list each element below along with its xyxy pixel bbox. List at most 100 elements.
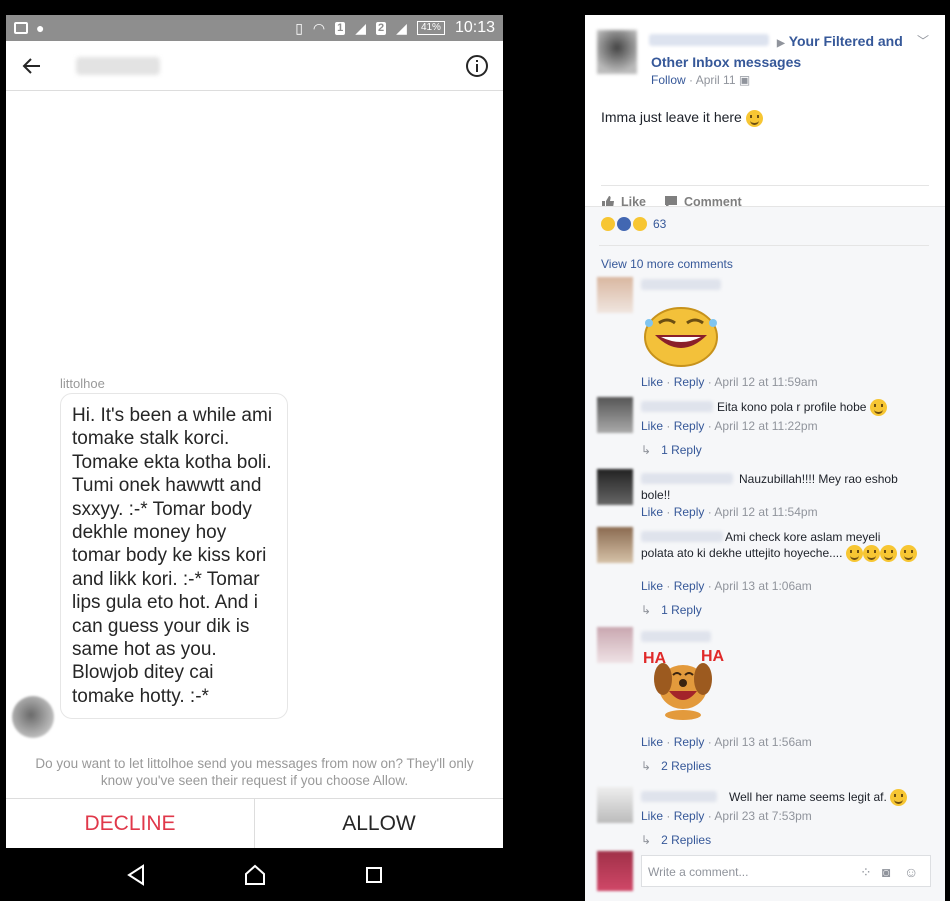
avatar [597,851,633,891]
camera-icon[interactable]: ◙ [882,864,898,880]
contact-name-redacted [76,56,160,75]
sim1-icon: 1 [335,21,346,35]
laughing-emoji-icon [900,545,918,563]
sticker-icon[interactable]: ⁘ [860,864,876,880]
like-link[interactable]: Like [641,809,663,823]
avatar[interactable] [597,277,633,313]
message-bubble: Hi. It's been a while ami tomake stalk k… [60,393,288,720]
view-more-comments-link[interactable]: View 10 more comments [601,257,733,271]
comment-time[interactable]: April 23 at 7:53pm [714,809,811,823]
post-date[interactable]: April 11 [696,73,736,87]
avatar[interactable] [597,527,633,563]
comment-item: Eita kono pola r profile hobe Like · Rep… [597,397,933,457]
separator: · [707,735,712,749]
replies-count[interactable]: 1 Reply [661,443,702,457]
gallery-icon [14,22,28,34]
nav-back-button[interactable] [121,860,151,890]
confused-emoji-icon [869,399,887,417]
commenter-name-redacted[interactable] [641,791,717,802]
reactions-summary[interactable]: 63 [601,217,666,231]
back-button[interactable] [18,52,46,80]
sim2-icon: 2 [376,21,387,35]
like-link[interactable]: Like [641,419,663,433]
vibrate-icon: ▯ [295,19,303,36]
reply-arrow-icon: ↳ [641,443,652,457]
laughing-emoji-icon [845,545,863,563]
decline-button[interactable]: DECLINE [6,799,255,848]
nav-home-button[interactable] [240,860,270,890]
battery-level: 41% [416,21,445,35]
reply-arrow-icon: ↳ [641,833,652,847]
comment-item: Like · Reply · April 12 at 11:59am [597,277,933,389]
audience-icon: ▣ [738,73,751,87]
comment-text-line2: polata ato ki dekhe uttejito hoyeche.... [641,545,921,563]
wow-reaction-icon [633,217,647,231]
replies-count[interactable]: 2 Replies [661,759,711,773]
signal-icon: ◢ [355,19,367,36]
reaction-count[interactable]: 63 [653,217,666,231]
screenshot-canvas: ● ▯ ◠ 1 ◢ 2 ◢ 41% 10:13 littolhoe Hi. It… [0,0,950,901]
commenter-name-redacted[interactable] [641,631,711,642]
view-replies-link[interactable]: ↳ 2 Replies [641,833,711,847]
chevron-down-icon[interactable]: ﹀ [917,32,929,49]
comment-meta: Like · Reply · April 12 at 11:59am [641,375,818,389]
comment-text: Well her name seems legit af. [729,789,908,807]
commenter-name-redacted[interactable] [641,279,721,290]
avatar[interactable] [597,787,633,823]
replies-count[interactable]: 2 Replies [661,833,711,847]
like-link[interactable]: Like [641,735,663,749]
comment-time[interactable]: April 12 at 11:54pm [714,505,817,519]
reply-link[interactable]: Reply [674,735,705,749]
comments-section: 63 View 10 more comments Like · Reply · … [585,206,945,901]
separator: · [707,419,712,433]
caret-right-icon: ▶ [777,38,785,49]
commenter-name-redacted[interactable] [641,531,723,542]
avatar[interactable] [597,469,633,505]
reply-link[interactable]: Reply [674,505,705,519]
view-replies-link[interactable]: ↳ 1 Reply [641,443,702,457]
reply-link[interactable]: Reply [674,809,705,823]
like-link[interactable]: Like [641,375,663,389]
separator: · [707,375,712,389]
phone-screen: ● ▯ ◠ 1 ◢ 2 ◢ 41% 10:13 littolhoe Hi. It… [6,15,503,901]
view-replies-link[interactable]: ↳ 1 Reply [641,603,702,617]
allow-button[interactable]: ALLOW [255,799,503,848]
separator: · [666,419,671,433]
comment-input[interactable]: Write a comment... ⁘ ◙ ☺ [641,855,931,887]
view-replies-link[interactable]: ↳ 2 Replies [641,759,711,773]
follow-link[interactable]: Follow [651,73,686,87]
comment-item: Well her name seems legit af. Like · Rep… [597,787,933,847]
comment-meta: Like · Reply · April 13 at 1:56am [641,735,812,749]
write-comment-row: Write a comment... ⁘ ◙ ☺ [597,851,933,891]
comment-time[interactable]: April 12 at 11:59am [714,375,817,389]
group-link[interactable]: ▶ Your Filtered and Other Inbox messages [651,32,921,72]
like-link[interactable]: Like [641,579,663,593]
reply-link[interactable]: Reply [674,375,705,389]
haha-reaction-icon [601,217,615,231]
comment-text-line1: Nauzubillah!!!! Mey rao eshob [739,472,898,486]
commenter-name-redacted[interactable] [641,473,733,484]
post-meta: Follow · April 11 ▣ [651,73,750,87]
replies-count[interactable]: 1 Reply [661,603,702,617]
comment-time[interactable]: April 13 at 1:06am [714,579,811,593]
clock: 10:13 [454,19,495,36]
comment-time[interactable]: April 12 at 11:22pm [714,419,817,433]
smile-emoji-icon [745,109,763,127]
separator: · [666,505,671,519]
like-link[interactable]: Like [641,505,663,519]
avatar[interactable] [597,627,633,663]
comment-time[interactable]: April 13 at 1:56am [714,735,811,749]
home-icon [244,864,265,885]
reply-link[interactable]: Reply [674,579,705,593]
separator: · [689,73,694,87]
divider [599,245,929,246]
emoji-icon[interactable]: ☺ [904,864,920,880]
nav-recents-button[interactable] [359,860,389,890]
triangle-back-icon [126,863,144,886]
commenter-name-redacted[interactable] [641,401,713,412]
avatar[interactable] [597,397,633,433]
reply-link[interactable]: Reply [674,419,705,433]
avatar[interactable] [597,30,637,74]
info-button[interactable] [463,52,491,80]
comment-text-line1: Ami check kore aslam meyeli [725,530,881,544]
